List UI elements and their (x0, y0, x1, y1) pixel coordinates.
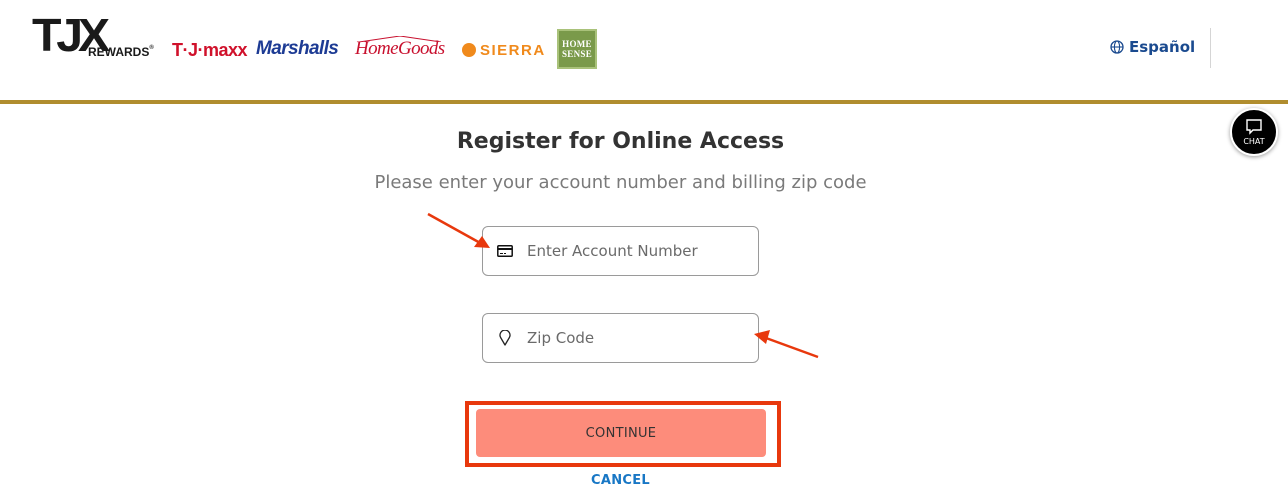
globe-icon (1110, 40, 1124, 54)
chat-bubble-icon (1246, 119, 1262, 135)
site-header: TJX REWARDS® T·J·maxx Marshalls HomeGood… (0, 0, 1288, 100)
header-divider (1210, 28, 1211, 68)
page-subtitle: Please enter your account number and bil… (374, 172, 867, 193)
continue-button[interactable]: CONTINUE (476, 409, 766, 457)
homesense-logo[interactable]: HOME SENSE (557, 29, 597, 69)
tjx-rewards-logo[interactable]: TJX REWARDS® (32, 9, 162, 62)
account-number-field[interactable] (482, 226, 759, 276)
header-accent-bar (0, 100, 1288, 104)
account-number-input[interactable] (527, 242, 747, 260)
sierra-logo[interactable]: SIERRA (462, 42, 546, 59)
annotation-arrow-zip (754, 330, 819, 359)
homegoods-logo[interactable]: HomeGoods (355, 38, 445, 60)
cancel-link[interactable]: CANCEL (0, 473, 1241, 488)
credit-card-icon (483, 245, 527, 257)
location-pin-icon (483, 330, 527, 346)
tjx-rewards-subtext: REWARDS® (88, 45, 154, 59)
tjmaxx-logo[interactable]: T·J·maxx (172, 40, 248, 61)
page-title: Register for Online Access (456, 129, 785, 154)
language-toggle-link[interactable]: Español (1110, 38, 1195, 56)
sierra-mark-icon (462, 43, 476, 57)
marshalls-logo[interactable]: Marshalls (256, 38, 339, 60)
zip-code-field[interactable] (482, 313, 759, 363)
zip-code-input[interactable] (527, 329, 747, 347)
